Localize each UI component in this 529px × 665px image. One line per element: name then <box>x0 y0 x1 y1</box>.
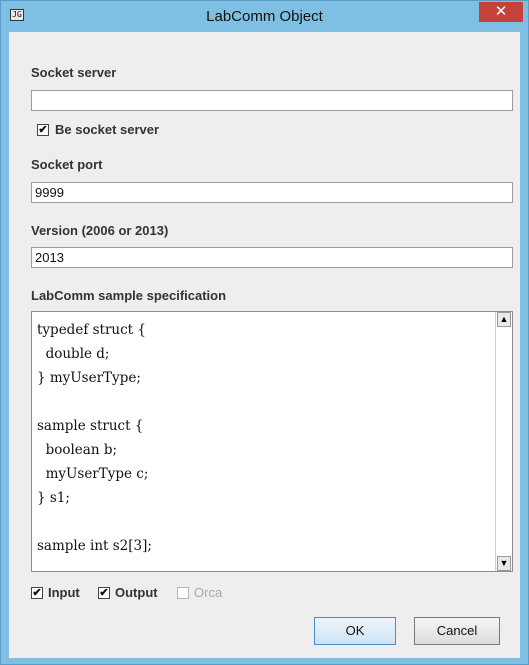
close-button[interactable]: ✕ <box>479 2 523 22</box>
socket-port-input[interactable]: 9999 <box>31 182 513 203</box>
labcomm-dialog-window: JG LabComm Object ✕ Socket server ✔ Be s… <box>0 0 529 665</box>
input-checkbox-label[interactable]: Input <box>48 585 80 600</box>
vertical-scrollbar[interactable]: ▲ ▼ <box>495 312 512 571</box>
cancel-button[interactable]: Cancel <box>414 617 500 645</box>
dialog-content: Socket server ✔ Be socket server Socket … <box>9 32 520 658</box>
scroll-down-arrow-icon[interactable]: ▼ <box>497 556 511 571</box>
window-title: LabComm Object <box>206 8 323 25</box>
socket-server-label: Socket server <box>31 65 117 80</box>
socket-server-input[interactable] <box>31 90 513 111</box>
input-checkbox[interactable]: ✔ <box>31 587 43 599</box>
title-bar[interactable]: JG LabComm Object ✕ <box>1 1 528 31</box>
orca-checkbox-label: Orca <box>194 585 223 600</box>
output-checkbox[interactable]: ✔ <box>98 587 110 599</box>
be-socket-server-checkbox[interactable]: ✔ <box>37 124 49 136</box>
version-input[interactable]: 2013 <box>31 247 513 268</box>
orca-checkbox <box>177 587 189 599</box>
socket-port-label: Socket port <box>31 157 103 172</box>
ok-button[interactable]: OK <box>314 617 396 645</box>
sample-specification-textarea[interactable]: typedef struct { double d; } myUserType;… <box>31 311 513 572</box>
output-checkbox-label[interactable]: Output <box>115 585 158 600</box>
sample-specification-label: LabComm sample specification <box>31 288 227 303</box>
version-label: Version (2006 or 2013) <box>31 223 169 238</box>
be-socket-server-label[interactable]: Be socket server <box>55 122 159 137</box>
sample-specification-code[interactable]: typedef struct { double d; } myUserType;… <box>37 318 152 558</box>
scroll-up-arrow-icon[interactable]: ▲ <box>497 312 511 327</box>
